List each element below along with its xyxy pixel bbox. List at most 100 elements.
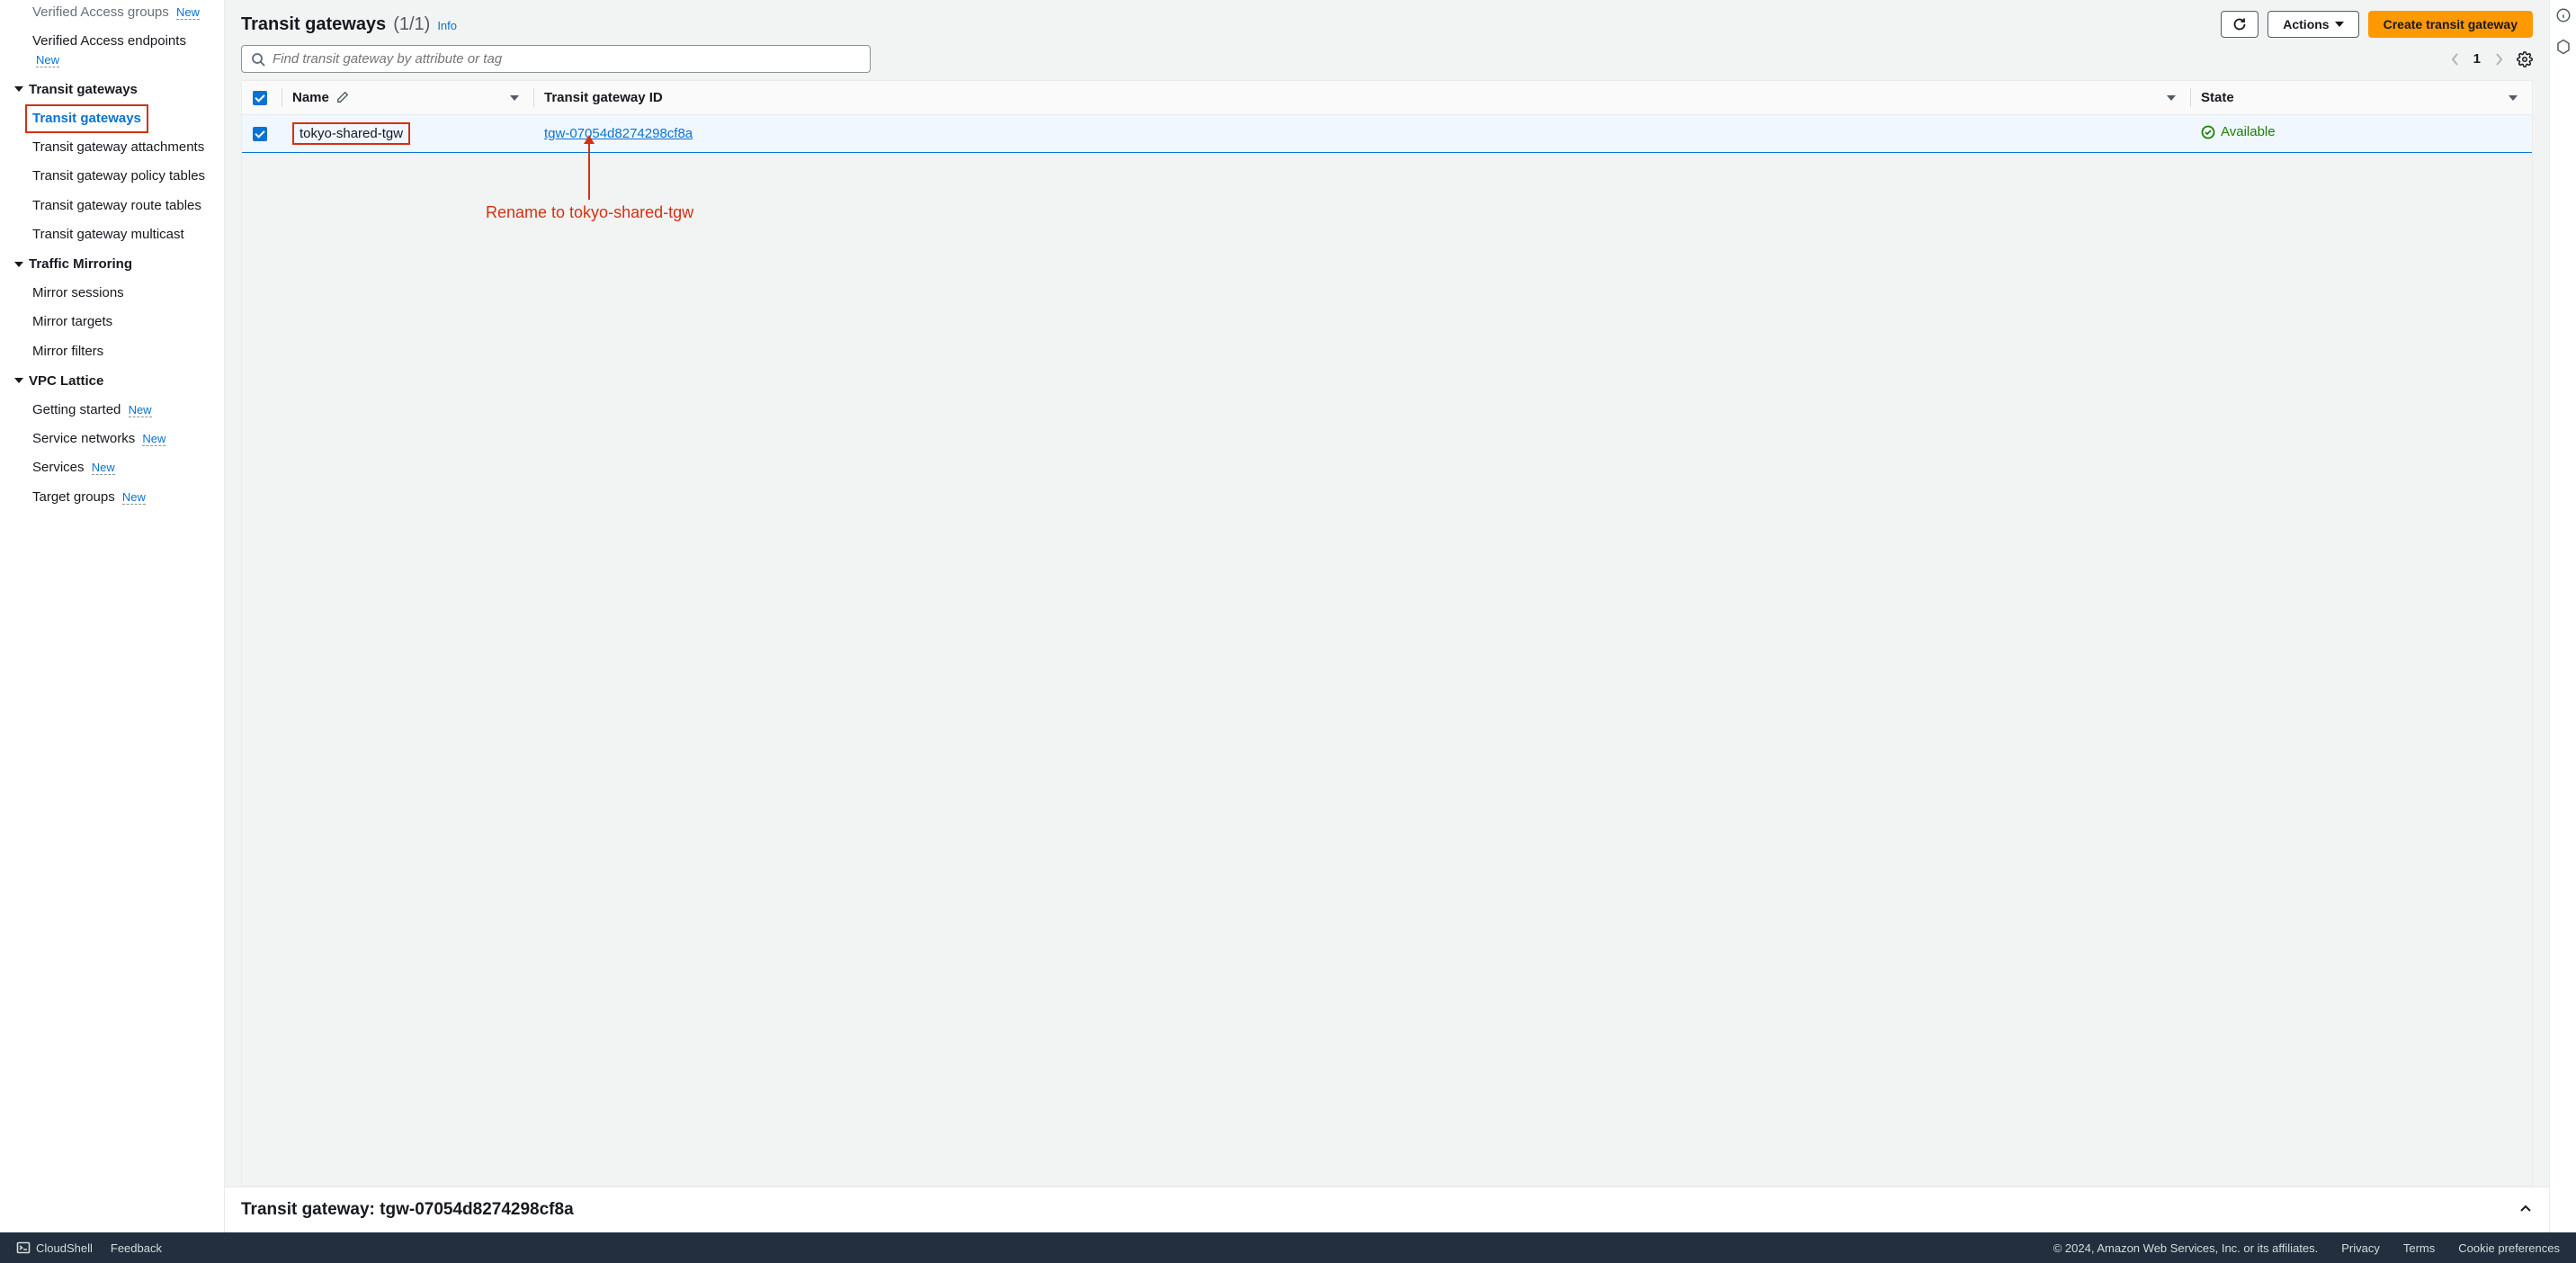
copyright-text: © 2024, Amazon Web Services, Inc. or its… (2053, 1241, 2319, 1255)
caret-down-icon (14, 378, 23, 383)
page-number: 1 (2473, 51, 2481, 67)
row-checkbox[interactable] (253, 127, 267, 141)
refresh-button[interactable] (2221, 11, 2258, 38)
sidebar-item-tgw-route-tables[interactable]: Transit gateway route tables (0, 192, 224, 220)
actions-button[interactable]: Actions (2267, 11, 2358, 38)
sidebar-item-label: Target groups (32, 489, 115, 505)
search-icon (251, 52, 265, 67)
caret-down-icon (14, 262, 23, 267)
select-all-checkbox[interactable] (253, 91, 267, 105)
sidebar-item-tgw-attachments[interactable]: Transit gateway attachments (0, 133, 224, 162)
page-title: Transit gateways (241, 14, 386, 35)
state-badge: Available (2201, 124, 2276, 139)
state-text: Available (2221, 124, 2276, 139)
new-badge: New (142, 432, 165, 446)
sidebar-item-label: Service networks (32, 431, 135, 446)
column-header-tgw-id[interactable]: Transit gateway ID (533, 81, 2190, 115)
new-badge: New (122, 490, 146, 505)
tgw-id-link[interactable]: tgw-07054d8274298cf8a (544, 126, 693, 141)
feedback-link[interactable]: Feedback (111, 1241, 162, 1255)
sidebar: Verified Access groups New Verified Acce… (0, 0, 225, 1232)
column-label: State (2201, 90, 2234, 105)
terms-link[interactable]: Terms (2403, 1241, 2435, 1255)
sidebar-item-label: Verified Access endpoints (32, 33, 186, 49)
sidebar-item-verified-access-endpoints[interactable]: Verified Access endpoints New (0, 27, 224, 75)
sidebar-item-mirror-filters[interactable]: Mirror filters (0, 337, 224, 366)
privacy-link[interactable]: Privacy (2341, 1241, 2380, 1255)
new-badge: New (92, 461, 115, 475)
check-circle-icon (2201, 125, 2215, 139)
sidebar-item-verified-access-groups[interactable]: Verified Access groups New (0, 4, 224, 27)
sidebar-item-label: Mirror filters (32, 344, 103, 359)
page-count: (1/1) (393, 14, 430, 35)
sidebar-item-mirror-targets[interactable]: Mirror targets (0, 308, 224, 336)
main-content: Transit gateways (1/1) Info Actions (225, 0, 2549, 1232)
sidebar-item-getting-started[interactable]: Getting started New (0, 396, 224, 425)
table: Name Transit gateway ID State (241, 80, 2533, 1187)
hexagon-icon (2555, 39, 2572, 55)
footer: CloudShell Feedback © 2024, Amazon Web S… (0, 1232, 2576, 1263)
gear-icon (2517, 51, 2533, 67)
sidebar-item-transit-gateways[interactable]: Transit gateways (25, 104, 148, 133)
nav-section-label: VPC Lattice (29, 373, 103, 389)
sidebar-item-label: Transit gateway route tables (32, 198, 201, 213)
actions-button-label: Actions (2283, 17, 2329, 31)
sidebar-item-label: Transit gateway multicast (32, 227, 184, 242)
refresh-icon (2232, 17, 2247, 31)
search-box[interactable] (241, 45, 871, 73)
nav-section-traffic-mirroring[interactable]: Traffic Mirroring (0, 249, 224, 279)
cloudshell-icon (16, 1241, 31, 1255)
sidebar-item-label: Getting started (32, 402, 121, 417)
chevron-left-icon (2450, 53, 2461, 66)
column-header-name[interactable]: Name (282, 81, 533, 115)
detail-title-id: tgw-07054d8274298cf8a (380, 1200, 573, 1219)
sidebar-item-mirror-sessions[interactable]: Mirror sessions (0, 279, 224, 308)
chevron-right-icon (2493, 53, 2504, 66)
sidebar-item-target-groups[interactable]: Target groups New (0, 483, 224, 512)
row-name-text: tokyo-shared-tgw (300, 126, 403, 141)
sort-icon (2509, 95, 2518, 101)
collapse-detail-button[interactable] (2518, 1202, 2533, 1219)
nav-section-transit-gateways[interactable]: Transit gateways (0, 75, 224, 104)
right-rail (2549, 0, 2576, 1232)
info-circle-icon (2555, 7, 2572, 23)
sidebar-item-label: Transit gateway policy tables (32, 168, 205, 184)
sidebar-item-service-networks[interactable]: Service networks New (0, 425, 224, 453)
table-row[interactable]: tokyo-shared-tgw tgw-07054d8274298cf8a A… (242, 115, 2532, 153)
create-transit-gateway-button[interactable]: Create transit gateway (2368, 11, 2533, 38)
nav-section-label: Transit gateways (29, 82, 138, 97)
detail-panel-title: Transit gateway: tgw-07054d8274298cf8a (241, 1200, 574, 1220)
sidebar-item-label: Transit gateways (32, 111, 141, 126)
row-name-cell[interactable]: tokyo-shared-tgw (292, 122, 410, 145)
sidebar-item-label: Mirror targets (32, 314, 112, 329)
sidebar-item-tgw-multicast[interactable]: Transit gateway multicast (0, 220, 224, 249)
cloudshell-button[interactable]: CloudShell (16, 1241, 93, 1255)
caret-down-icon (14, 86, 23, 92)
cookie-preferences-link[interactable]: Cookie preferences (2458, 1241, 2560, 1255)
nav-section-vpc-lattice[interactable]: VPC Lattice (0, 366, 224, 396)
sort-icon (510, 95, 519, 101)
edit-icon (336, 91, 349, 103)
cloudshell-label: CloudShell (36, 1241, 93, 1255)
sidebar-item-tgw-policy-tables[interactable]: Transit gateway policy tables (0, 162, 224, 191)
settings-button[interactable] (2517, 51, 2533, 67)
create-button-label: Create transit gateway (2384, 17, 2518, 31)
column-header-state[interactable]: State (2190, 81, 2532, 115)
column-label: Transit gateway ID (544, 90, 663, 105)
nav-section-label: Traffic Mirroring (29, 256, 132, 272)
sidebar-item-label: Services (32, 460, 85, 475)
caret-down-icon (2335, 22, 2344, 27)
help-panel-button[interactable] (2555, 39, 2572, 58)
sort-icon (2167, 95, 2176, 101)
search-input[interactable] (273, 51, 861, 67)
sidebar-item-services[interactable]: Services New (0, 453, 224, 482)
prev-page-button[interactable] (2450, 53, 2461, 66)
next-page-button[interactable] (2493, 53, 2504, 66)
info-panel-button[interactable] (2555, 7, 2572, 26)
info-link[interactable]: Info (437, 19, 457, 32)
detail-panel: Transit gateway: tgw-07054d8274298cf8a (225, 1187, 2549, 1232)
detail-title-prefix: Transit gateway: (241, 1200, 380, 1219)
new-badge: New (36, 53, 59, 67)
new-badge: New (176, 5, 200, 20)
sidebar-item-label: Transit gateway attachments (32, 139, 204, 155)
